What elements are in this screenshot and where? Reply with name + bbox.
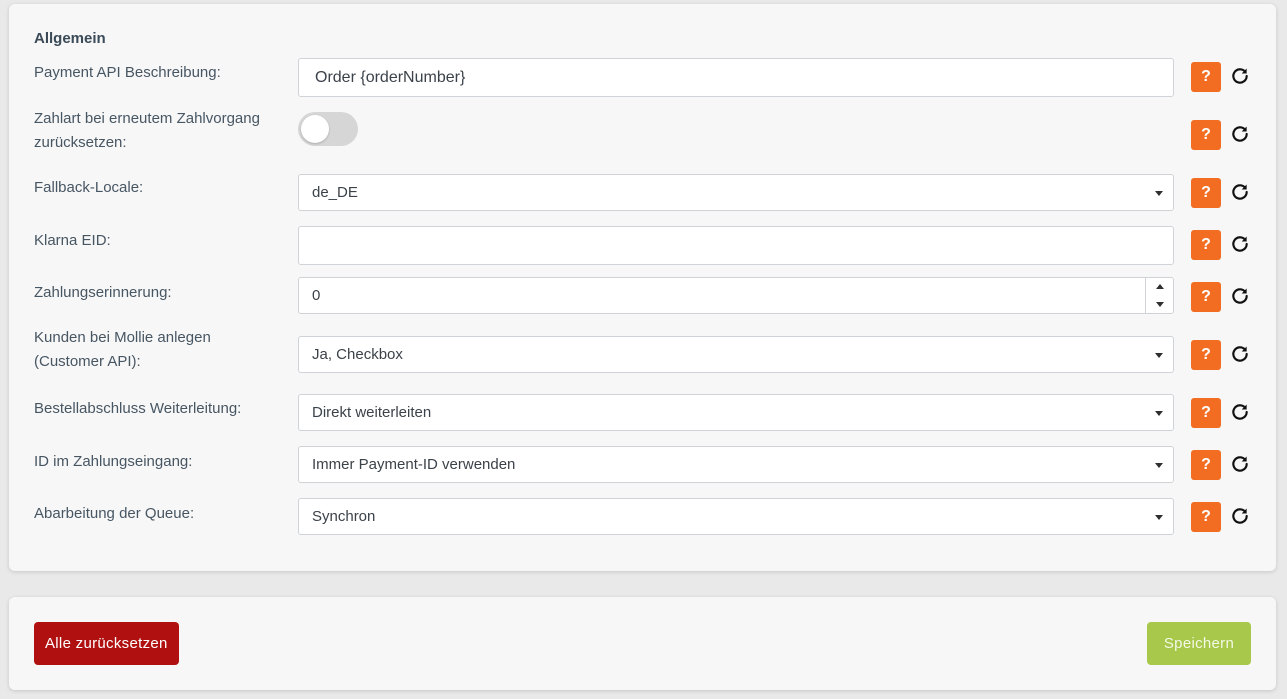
question-icon: ? xyxy=(1201,346,1211,363)
reset-payment-toggle[interactable] xyxy=(298,112,358,146)
question-icon: ? xyxy=(1201,236,1211,253)
chevron-down-icon xyxy=(1155,352,1163,358)
help-button-queue[interactable]: ? xyxy=(1191,502,1221,532)
create-customers-select[interactable]: Ja, Checkbox xyxy=(298,336,1174,373)
help-button-payment-description[interactable]: ? xyxy=(1191,62,1221,92)
fallback-locale-select[interactable]: de_DE xyxy=(298,174,1174,211)
order-redirect-select[interactable]: Direkt weiterleiten xyxy=(298,394,1174,431)
order-redirect-value: Direkt weiterleiten xyxy=(312,404,432,421)
help-button-payment-id[interactable]: ? xyxy=(1191,450,1221,480)
fallback-locale-label: Fallback-Locale: xyxy=(34,179,144,196)
chevron-down-icon xyxy=(1155,462,1163,468)
settings-card: Allgemein Payment API Beschreibung: Orde… xyxy=(9,4,1276,571)
create-customers-label: Kunden bei Mollie anlegen (Customer API)… xyxy=(34,329,211,370)
question-icon: ? xyxy=(1201,456,1211,473)
payment-description-label: Payment API Beschreibung: xyxy=(34,64,221,81)
toggle-knob xyxy=(301,115,329,143)
question-icon: ? xyxy=(1201,508,1211,525)
question-icon: ? xyxy=(1201,288,1211,305)
queue-select[interactable]: Synchron xyxy=(298,498,1174,535)
klarna-eid-input[interactable] xyxy=(298,226,1174,265)
fallback-locale-value: de_DE xyxy=(312,184,358,201)
chevron-down-icon xyxy=(1155,410,1163,416)
chevron-down-icon xyxy=(1155,190,1163,196)
help-button-reset-payment[interactable]: ? xyxy=(1191,120,1221,150)
reset-icon[interactable] xyxy=(1230,402,1250,422)
reset-icon[interactable] xyxy=(1230,182,1250,202)
payment-reminder-value: 0 xyxy=(312,287,321,304)
stepper-down-icon[interactable] xyxy=(1155,301,1164,307)
order-redirect-label: Bestellabschluss Weiterleitung: xyxy=(34,400,242,417)
payment-description-input[interactable]: Order {orderNumber} xyxy=(298,58,1174,97)
help-button-klarna-eid[interactable]: ? xyxy=(1191,230,1221,260)
reset-icon[interactable] xyxy=(1230,344,1250,364)
queue-value: Synchron xyxy=(312,508,376,525)
question-icon: ? xyxy=(1201,126,1211,143)
payment-reminder-input[interactable]: 0 xyxy=(298,277,1174,314)
payment-id-select[interactable]: Immer Payment-ID verwenden xyxy=(298,446,1174,483)
help-button-order-redirect[interactable]: ? xyxy=(1191,398,1221,428)
number-stepper[interactable] xyxy=(1145,278,1173,313)
payment-id-value: Immer Payment-ID verwenden xyxy=(312,456,516,473)
save-button[interactable]: Speichern xyxy=(1147,622,1251,665)
create-customers-value: Ja, Checkbox xyxy=(312,346,403,363)
queue-label: Abarbeitung der Queue: xyxy=(34,505,195,522)
payment-description-value: Order {orderNumber} xyxy=(315,68,466,86)
reset-icon[interactable] xyxy=(1230,234,1250,254)
question-icon: ? xyxy=(1201,184,1211,201)
payment-id-label: ID im Zahlungseingang: xyxy=(34,453,193,470)
section-title: Allgemein xyxy=(34,30,106,47)
reset-icon[interactable] xyxy=(1230,286,1250,306)
help-button-payment-reminder[interactable]: ? xyxy=(1191,282,1221,312)
stepper-up-icon[interactable] xyxy=(1155,284,1164,290)
question-icon: ? xyxy=(1201,404,1211,421)
actions-card: Alle zurücksetzen Speichern xyxy=(9,597,1276,690)
reset-payment-label: Zahlart bei erneutem Zahlvorgang zurücks… xyxy=(34,110,260,151)
klarna-eid-label: Klarna EID: xyxy=(34,232,111,249)
reset-icon[interactable] xyxy=(1230,124,1250,144)
payment-reminder-label: Zahlungserinnerung: xyxy=(34,284,172,301)
chevron-down-icon xyxy=(1155,514,1163,520)
reset-icon[interactable] xyxy=(1230,66,1250,86)
reset-icon[interactable] xyxy=(1230,506,1250,526)
reset-all-button[interactable]: Alle zurücksetzen xyxy=(34,622,179,665)
question-icon: ? xyxy=(1201,68,1211,85)
help-button-create-customers[interactable]: ? xyxy=(1191,340,1221,370)
help-button-fallback-locale[interactable]: ? xyxy=(1191,178,1221,208)
reset-icon[interactable] xyxy=(1230,454,1250,474)
